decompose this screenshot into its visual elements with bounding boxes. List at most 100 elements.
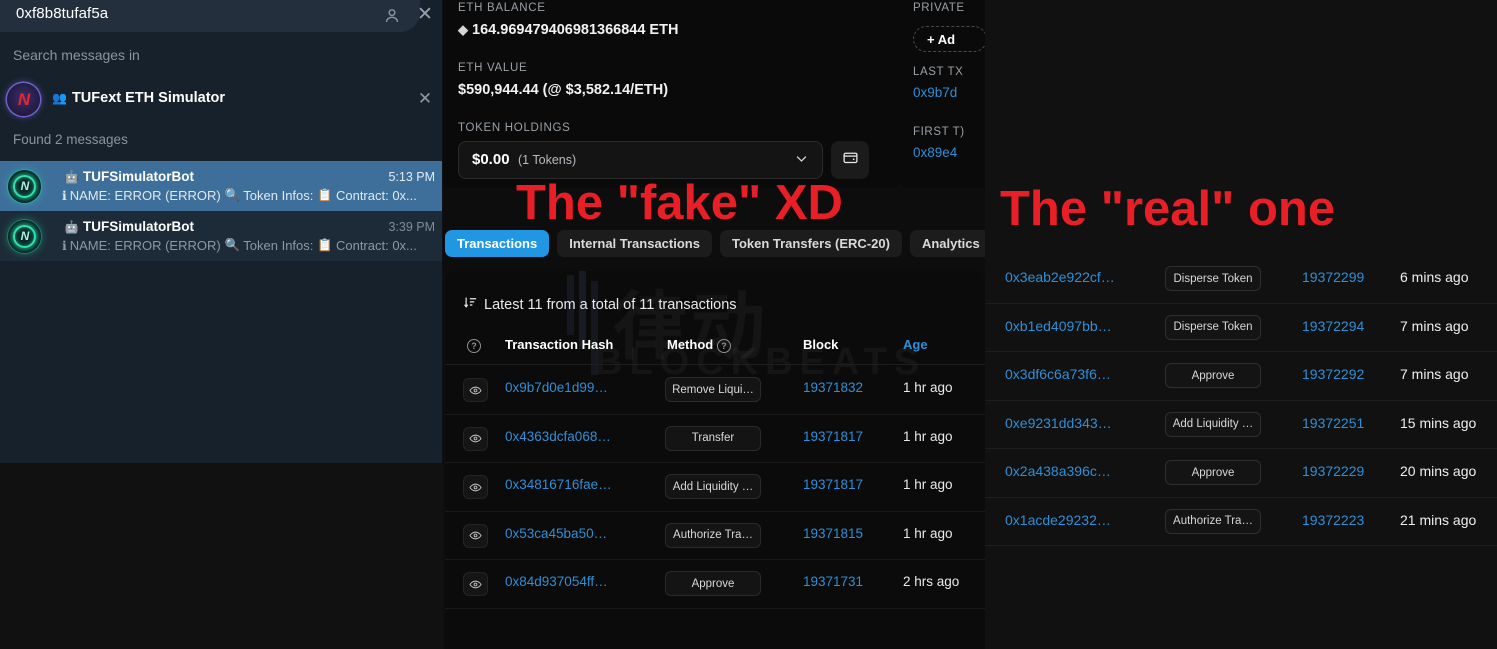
block-link[interactable]: 19371832 [803, 380, 863, 395]
found-messages-label: Found 2 messages [13, 132, 128, 147]
block-link[interactable]: 19371731 [803, 574, 863, 589]
eye-icon[interactable] [463, 426, 488, 451]
clipboard-icon: 📋 [317, 238, 333, 252]
preview-contract-text: Contract: 0x... [335, 188, 417, 203]
table-row[interactable]: 0xb1ed4097bb… Disperse Token 19372294 7 … [985, 304, 1497, 353]
ethereum-icon: ◆ [458, 22, 468, 37]
method-help-icon[interactable]: ? [716, 338, 731, 353]
message-preview: ℹ NAME: ERROR (ERROR) 🔍 Token Infos: 📋 Cont… [62, 238, 443, 253]
tab-analytics[interactable]: Analytics [909, 230, 985, 257]
transaction-hash-link[interactable]: 0x84d937054ff… [505, 574, 608, 589]
table-row[interactable]: 0x4363dcfa068… Transfer 19371817 1 hr ag… [445, 415, 985, 463]
explorer-panel-fake: ETH BALANCE ◆ 164.969479406981366844 ETH… [443, 0, 985, 649]
first-tx-link[interactable]: 0x89e4 [913, 145, 957, 160]
table-row[interactable]: 0x34816716fae… Add Liquidity … 19371817 … [445, 463, 985, 512]
eth-balance-value: ◆ 164.969479406981366844 ETH [458, 22, 678, 38]
method-badge: Approve [1165, 460, 1261, 485]
table-row[interactable]: 0x2a438a396c… Approve 19372229 20 mins a… [985, 449, 1497, 498]
list-item[interactable]: N 🤖 TUFSimulatorBot 3:39 PM ℹ NAME: ERROR… [0, 211, 443, 261]
table-row[interactable]: 0x53ca45ba50… Authorize Tra… 19371815 1 … [445, 512, 985, 560]
telegram-search-panel: 0xf8b8tufaf5a ✕ Search messages in N 👥 T… [0, 0, 443, 463]
last-tx-link[interactable]: 0x9b7d [913, 85, 957, 100]
eth-balance-text: 164.969479406981366844 ETH [472, 22, 679, 38]
table-row[interactable]: 0x3df6c6a73f6… Approve 19372292 7 mins a… [985, 352, 1497, 401]
add-button-label: + Ad [927, 31, 956, 47]
eth-balance-label: ETH BALANCE [458, 2, 546, 14]
clipboard-icon: 📋 [317, 188, 333, 202]
transaction-hash-link[interactable]: 0x3eab2e922cf… [1005, 269, 1115, 285]
table-row[interactable]: 0x1acde29232… Authorize Tra… 19372223 21… [985, 498, 1497, 547]
preview-contract-text: Contract: 0x... [335, 238, 417, 253]
transaction-hash-link[interactable]: 0x1acde29232… [1005, 512, 1111, 528]
latest-text: Latest 11 from a total of 11 transaction… [484, 296, 737, 313]
block-link[interactable]: 19372229 [1302, 463, 1364, 479]
column-transaction-hash: Transaction Hash [505, 337, 614, 352]
method-badge: Disperse Token [1165, 314, 1261, 340]
table-row[interactable]: 0xe9231dd343… Add Liquidity … 19372251 1… [985, 401, 1497, 450]
transaction-hash-link[interactable]: 0xb1ed4097bb… [1005, 318, 1112, 334]
block-link[interactable]: 19372299 [1302, 269, 1364, 285]
eye-icon[interactable] [463, 475, 488, 499]
eye-icon[interactable] [463, 378, 488, 402]
age-cell: 7 mins ago [1400, 317, 1469, 334]
block-link[interactable]: 19372292 [1302, 366, 1364, 382]
private-label: PRIVATE [913, 2, 965, 14]
column-age[interactable]: Age [903, 337, 928, 352]
tab-internal-transactions[interactable]: Internal Transactions [557, 230, 712, 257]
message-preview: ℹ NAME: ERROR (ERROR) 🔍 Token Infos: 📋 Cont… [62, 188, 443, 203]
transaction-hash-link[interactable]: 0x34816716fae… [505, 477, 612, 492]
avatar-logo-icon: N [20, 229, 30, 243]
list-item[interactable]: N 🤖 TUFSimulatorBot 5:13 PM ℹ NAME: ERROR… [0, 161, 443, 211]
transaction-hash-link[interactable]: 0x2a438a396c… [1005, 463, 1111, 479]
column-method-label: Method [667, 337, 714, 352]
table-row[interactable]: 0x84d937054ff… Approve 19371731 2 hrs ag… [445, 560, 985, 609]
transaction-hash-link[interactable]: 0x4363dcfa068… [505, 429, 611, 444]
eye-icon[interactable] [463, 523, 488, 548]
method-badge: Authorize Tra… [1165, 508, 1261, 534]
transaction-hash-link[interactable]: 0x53ca45ba50… [505, 526, 607, 541]
info-help-icon[interactable]: ? [467, 338, 481, 353]
tab-token-transfers[interactable]: Token Transfers (ERC-20) [719, 230, 902, 257]
transaction-hash-link[interactable]: 0x3df6c6a73f6… [1005, 366, 1111, 382]
token-holdings-select[interactable]: $0.00 (1 Tokens) [458, 141, 823, 179]
tab-transactions[interactable]: Transactions [445, 230, 550, 257]
bolt-logo-icon: N [17, 90, 31, 109]
person-icon[interactable] [382, 6, 402, 26]
table-row[interactable]: 0x9b7d0e1d99… Remove Liqui… 19371832 1 h… [445, 366, 985, 415]
chat-filter-close-icon[interactable]: ✕ [416, 89, 434, 109]
add-private-tag-button[interactable]: + Ad [913, 26, 985, 52]
column-method: Method ? [667, 337, 731, 353]
message-time: 3:39 PM [388, 220, 435, 234]
table-row[interactable]: 0x3eab2e922cf… Disperse Token 19372299 6… [985, 255, 1497, 304]
explorer-panel-real: 0x3eab2e922cf… Disperse Token 19372299 6… [985, 0, 1497, 649]
screenshot-root: 0xf8b8tufaf5a ✕ Search messages in N 👥 T… [0, 0, 1497, 649]
eye-icon[interactable] [463, 572, 488, 596]
block-link[interactable]: 19371815 [803, 526, 863, 541]
wallet-button[interactable] [831, 141, 869, 179]
group-people-icon: 👥 [52, 91, 67, 105]
age-cell: 1 hr ago [903, 477, 953, 492]
annotation-real: The "real" one [1000, 182, 1336, 236]
search-input[interactable]: 0xf8b8tufaf5a [16, 5, 108, 22]
table-header: ? Transaction Hash Method ? Block Age [445, 331, 985, 365]
close-icon[interactable]: ✕ [415, 5, 435, 25]
chevron-down-icon[interactable] [794, 151, 809, 170]
age-cell: 1 hr ago [903, 525, 953, 541]
sender-name: TUFSimulatorBot [82, 219, 194, 234]
preview-tokeninfo-text: Token Infos: [243, 188, 314, 203]
method-badge: Transfer [665, 425, 761, 451]
chat-title-text: TUFext ETH Simulator [71, 90, 226, 106]
robot-icon: 🤖 [64, 169, 79, 184]
block-link[interactable]: 19372251 [1302, 415, 1364, 431]
age-cell: 1 hr ago [903, 428, 953, 444]
block-link[interactable]: 19372223 [1302, 512, 1364, 528]
block-link[interactable]: 19372294 [1302, 318, 1364, 334]
block-link[interactable]: 19371817 [803, 477, 863, 492]
sort-descending-icon[interactable] [463, 295, 478, 314]
block-link[interactable]: 19371817 [803, 429, 863, 444]
avatar-logo-icon: N [20, 179, 30, 193]
info-icon: ℹ [62, 189, 67, 203]
transaction-hash-link[interactable]: 0xe9231dd343… [1005, 415, 1112, 431]
transaction-hash-link[interactable]: 0x9b7d0e1d99… [505, 380, 608, 395]
magnifier-icon: 🔍 [224, 238, 241, 252]
